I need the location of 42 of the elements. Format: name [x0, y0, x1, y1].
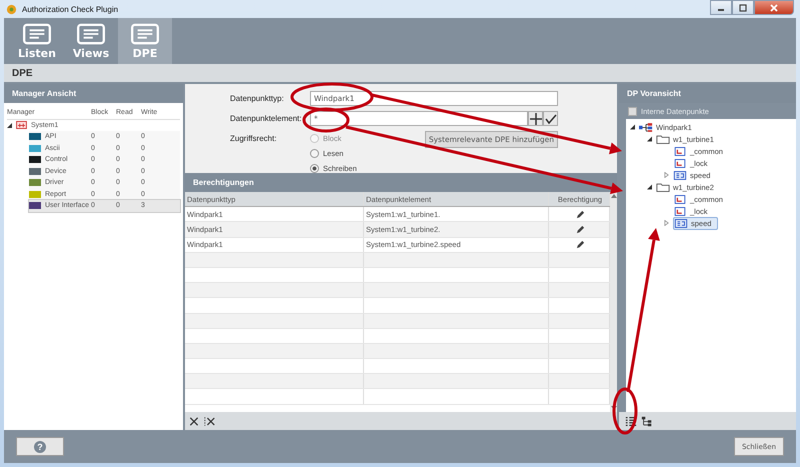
field-label: Zugriffsrecht: — [230, 133, 278, 145]
config-icon — [673, 146, 687, 156]
radio-button[interactable] — [310, 164, 319, 172]
checkbox[interactable] — [628, 106, 637, 116]
maximize-button[interactable] — [732, 0, 754, 15]
config-icon — [673, 206, 687, 216]
config-icon — [673, 194, 687, 204]
panel-header: Manager Ansicht — [4, 84, 183, 103]
add-button[interactable] — [528, 111, 543, 126]
minimize-button[interactable] — [710, 0, 732, 15]
structure-icon — [639, 122, 653, 132]
panel-header: Berechtigungen — [185, 173, 617, 192]
help-button[interactable]: ? — [16, 437, 64, 456]
field-label: Datenpunkttyp: — [230, 93, 285, 105]
expand-icon[interactable] — [647, 136, 652, 142]
folder-icon — [656, 134, 670, 144]
float-icon — [674, 218, 688, 228]
expand-icon[interactable] — [630, 124, 635, 130]
radio-button[interactable] — [310, 148, 319, 158]
float-icon — [673, 170, 687, 180]
delete-all-icon[interactable] — [204, 416, 216, 426]
maximize-icon — [738, 4, 748, 12]
expand-icon[interactable] — [7, 122, 12, 128]
list-window-icon — [76, 22, 106, 44]
scrollbar[interactable] — [610, 192, 617, 412]
field-label: Datenpunktelement: — [230, 113, 303, 125]
app-icon — [6, 4, 17, 14]
close-icon — [769, 4, 779, 12]
folder-icon — [656, 182, 670, 192]
config-icon — [673, 158, 687, 168]
tree-view-icon[interactable] — [641, 416, 653, 426]
close-button[interactable] — [754, 0, 794, 15]
confirm-button[interactable] — [543, 111, 558, 126]
system-icon — [16, 121, 27, 130]
list-window-icon — [22, 22, 52, 44]
delete-icon[interactable] — [188, 416, 200, 426]
list-view-icon[interactable] — [625, 416, 637, 426]
list-window-icon — [130, 22, 160, 44]
page-title: DPE — [12, 68, 33, 78]
expand-icon[interactable] — [647, 184, 652, 190]
window-title: Authorization Check Plugin — [22, 4, 118, 14]
annotation-ellipse — [612, 388, 638, 434]
